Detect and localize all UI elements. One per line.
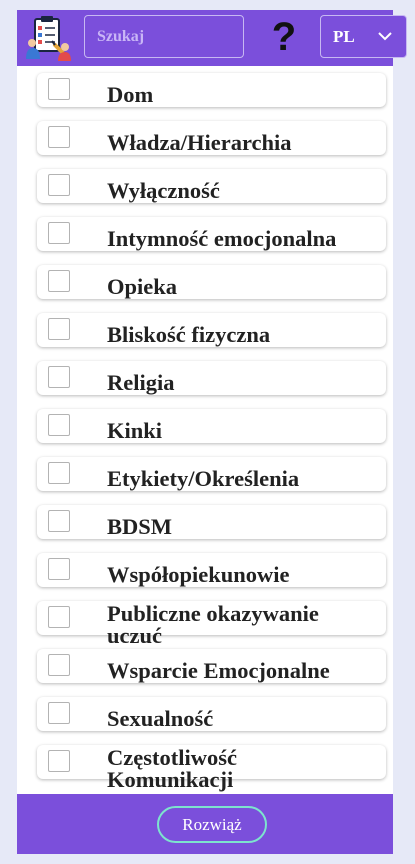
help-button[interactable]: ? xyxy=(267,14,301,60)
language-value: PL xyxy=(333,27,355,46)
item-label: Komunikacji xyxy=(107,767,234,792)
item-label: Religia xyxy=(107,370,175,395)
checkbox[interactable] xyxy=(48,78,70,100)
list-item[interactable]: Współopiekunowie xyxy=(37,553,386,587)
bottom-bar: Rozwiąż xyxy=(17,794,393,854)
checkbox[interactable] xyxy=(48,606,70,628)
item-label: Dom xyxy=(107,82,154,107)
item-label: Sexualność xyxy=(107,706,214,731)
list-item[interactable]: Kinki xyxy=(37,409,386,443)
item-label: Wyłączność xyxy=(107,178,220,203)
chevron-down-icon xyxy=(378,32,392,41)
list-item[interactable]: BDSM xyxy=(37,505,386,539)
checkbox[interactable] xyxy=(48,462,70,484)
list-item[interactable]: Sexualność xyxy=(37,697,386,731)
list-item[interactable]: Publiczne okazywanie uczuć xyxy=(37,601,386,647)
language-select[interactable]: PL xyxy=(320,15,407,58)
top-bar: ? PL xyxy=(17,10,407,66)
list-item[interactable]: Dom xyxy=(37,73,386,107)
list-item[interactable]: Władza/Hierarchia xyxy=(37,121,386,155)
item-label: uczuć xyxy=(107,623,162,648)
list-item[interactable]: Intymność emocjonalna xyxy=(37,217,386,251)
checkbox[interactable] xyxy=(48,270,70,292)
list-item[interactable]: Opieka xyxy=(37,265,386,299)
category-list: Dom Władza/Hierarchia Wyłączność Intymno… xyxy=(17,66,393,794)
checkbox[interactable] xyxy=(48,414,70,436)
solve-button[interactable]: Rozwiąż xyxy=(157,806,267,843)
item-label: Publiczne okazywanie xyxy=(107,601,319,626)
item-label: Etykiety/Określenia xyxy=(107,466,300,491)
checkbox[interactable] xyxy=(48,750,70,772)
item-label: Bliskość fizyczna xyxy=(107,322,271,347)
checkbox[interactable] xyxy=(48,318,70,340)
list-item[interactable]: Wsparcie Emocjonalne xyxy=(37,649,386,683)
list-item[interactable]: Bliskość fizyczna xyxy=(37,313,386,347)
app-window: ? PL Dom Władza/Hierarchia Wyłączność In… xyxy=(17,10,407,854)
checkbox[interactable] xyxy=(48,702,70,724)
checkbox[interactable] xyxy=(48,654,70,676)
search-input[interactable] xyxy=(84,15,244,58)
item-label: BDSM xyxy=(107,514,173,539)
item-label: Opieka xyxy=(107,274,178,299)
list-item[interactable]: Religia xyxy=(37,361,386,395)
list-item[interactable]: Wyłączność xyxy=(37,169,386,203)
item-label: Intymność emocjonalna xyxy=(107,226,337,251)
checkbox[interactable] xyxy=(48,510,70,532)
item-label: Współopiekunowie xyxy=(107,562,290,587)
checkbox[interactable] xyxy=(48,222,70,244)
list-item[interactable]: Częstotliwość Komunikacji xyxy=(37,745,386,791)
checkbox[interactable] xyxy=(48,366,70,388)
item-label: Częstotliwość xyxy=(107,745,237,770)
item-label: Wsparcie Emocjonalne xyxy=(107,658,330,683)
checkbox[interactable] xyxy=(48,126,70,148)
item-label: Kinki xyxy=(107,418,163,443)
checklist-clipboard-icon[interactable] xyxy=(25,15,71,61)
checkbox[interactable] xyxy=(48,558,70,580)
list-item[interactable]: Etykiety/Określenia xyxy=(37,457,386,491)
checkbox[interactable] xyxy=(48,174,70,196)
item-label: Władza/Hierarchia xyxy=(107,130,292,155)
